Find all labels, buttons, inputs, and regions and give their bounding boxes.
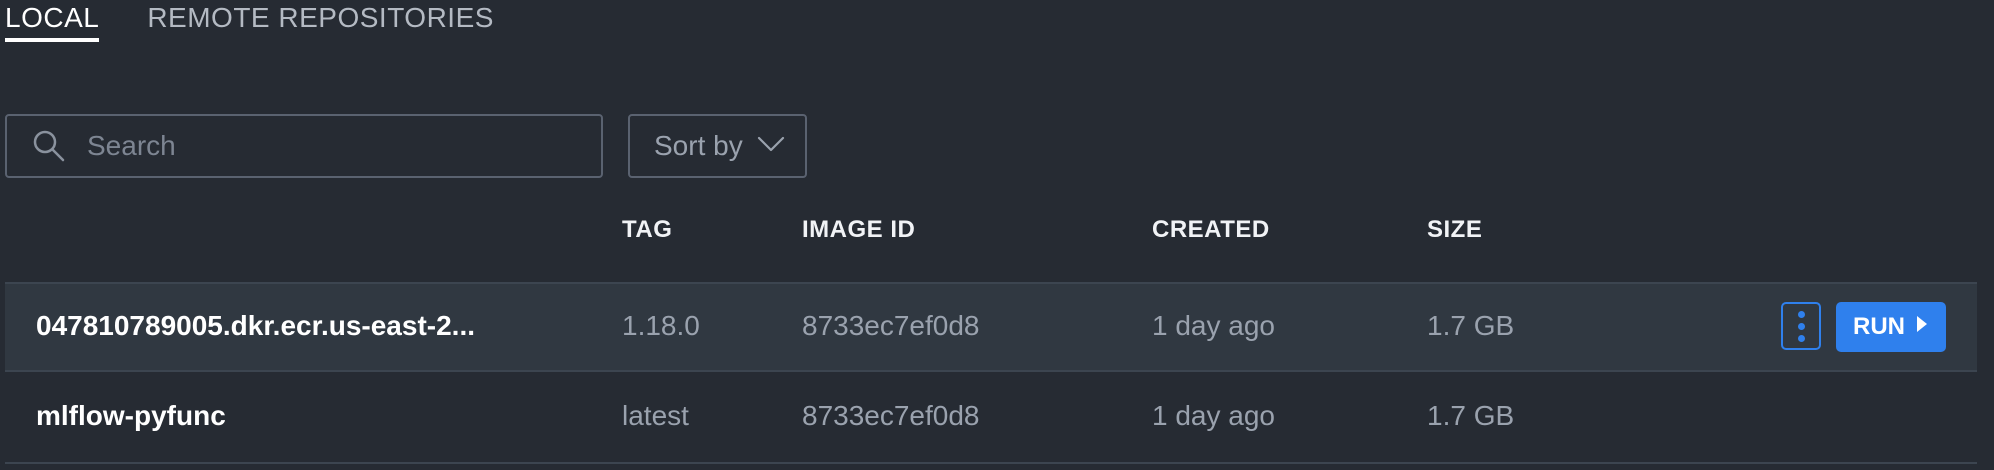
more-options-button[interactable] — [1781, 302, 1821, 350]
chevron-down-icon — [757, 135, 785, 158]
table-row[interactable]: mlflow-pyfunc latest 8733ec7ef0d8 1 day … — [5, 374, 1977, 464]
tab-local[interactable]: LOCAL — [5, 0, 100, 42]
column-header-size: SIZE — [1427, 216, 1483, 243]
play-icon — [1915, 313, 1929, 341]
image-created: 1 day ago — [1152, 400, 1275, 431]
image-id: 8733ec7ef0d8 — [802, 400, 980, 431]
image-size: 1.7 GB — [1427, 310, 1515, 341]
table-row[interactable]: 047810789005.dkr.ecr.us-east-2... 1.18.0… — [5, 282, 1977, 372]
tab-bar: LOCAL REMOTE REPOSITORIES — [5, 0, 494, 44]
image-name: 047810789005.dkr.ecr.us-east-2... — [36, 310, 476, 341]
image-id: 8733ec7ef0d8 — [802, 310, 980, 341]
image-size: 1.7 GB — [1427, 400, 1515, 431]
image-created: 1 day ago — [1152, 310, 1275, 341]
sort-by-dropdown[interactable]: Sort by — [628, 114, 807, 178]
run-button[interactable]: RUN — [1836, 302, 1946, 352]
column-header-created: CREATED — [1152, 216, 1270, 243]
search-input[interactable] — [85, 129, 565, 163]
run-button-label: RUN — [1853, 313, 1905, 340]
sort-by-label: Sort by — [654, 130, 743, 161]
image-tag: 1.18.0 — [622, 310, 700, 341]
search-icon — [31, 128, 67, 164]
column-header-image-id: IMAGE ID — [802, 216, 916, 243]
kebab-menu-icon — [1797, 310, 1805, 318]
tab-remote-repositories[interactable]: REMOTE REPOSITORIES — [147, 0, 494, 42]
table-header: TAG IMAGE ID CREATED SIZE — [0, 210, 1994, 250]
search-box[interactable] — [5, 114, 603, 178]
image-name: mlflow-pyfunc — [36, 400, 226, 431]
column-header-tag: TAG — [622, 216, 673, 243]
image-tag: latest — [622, 400, 689, 431]
